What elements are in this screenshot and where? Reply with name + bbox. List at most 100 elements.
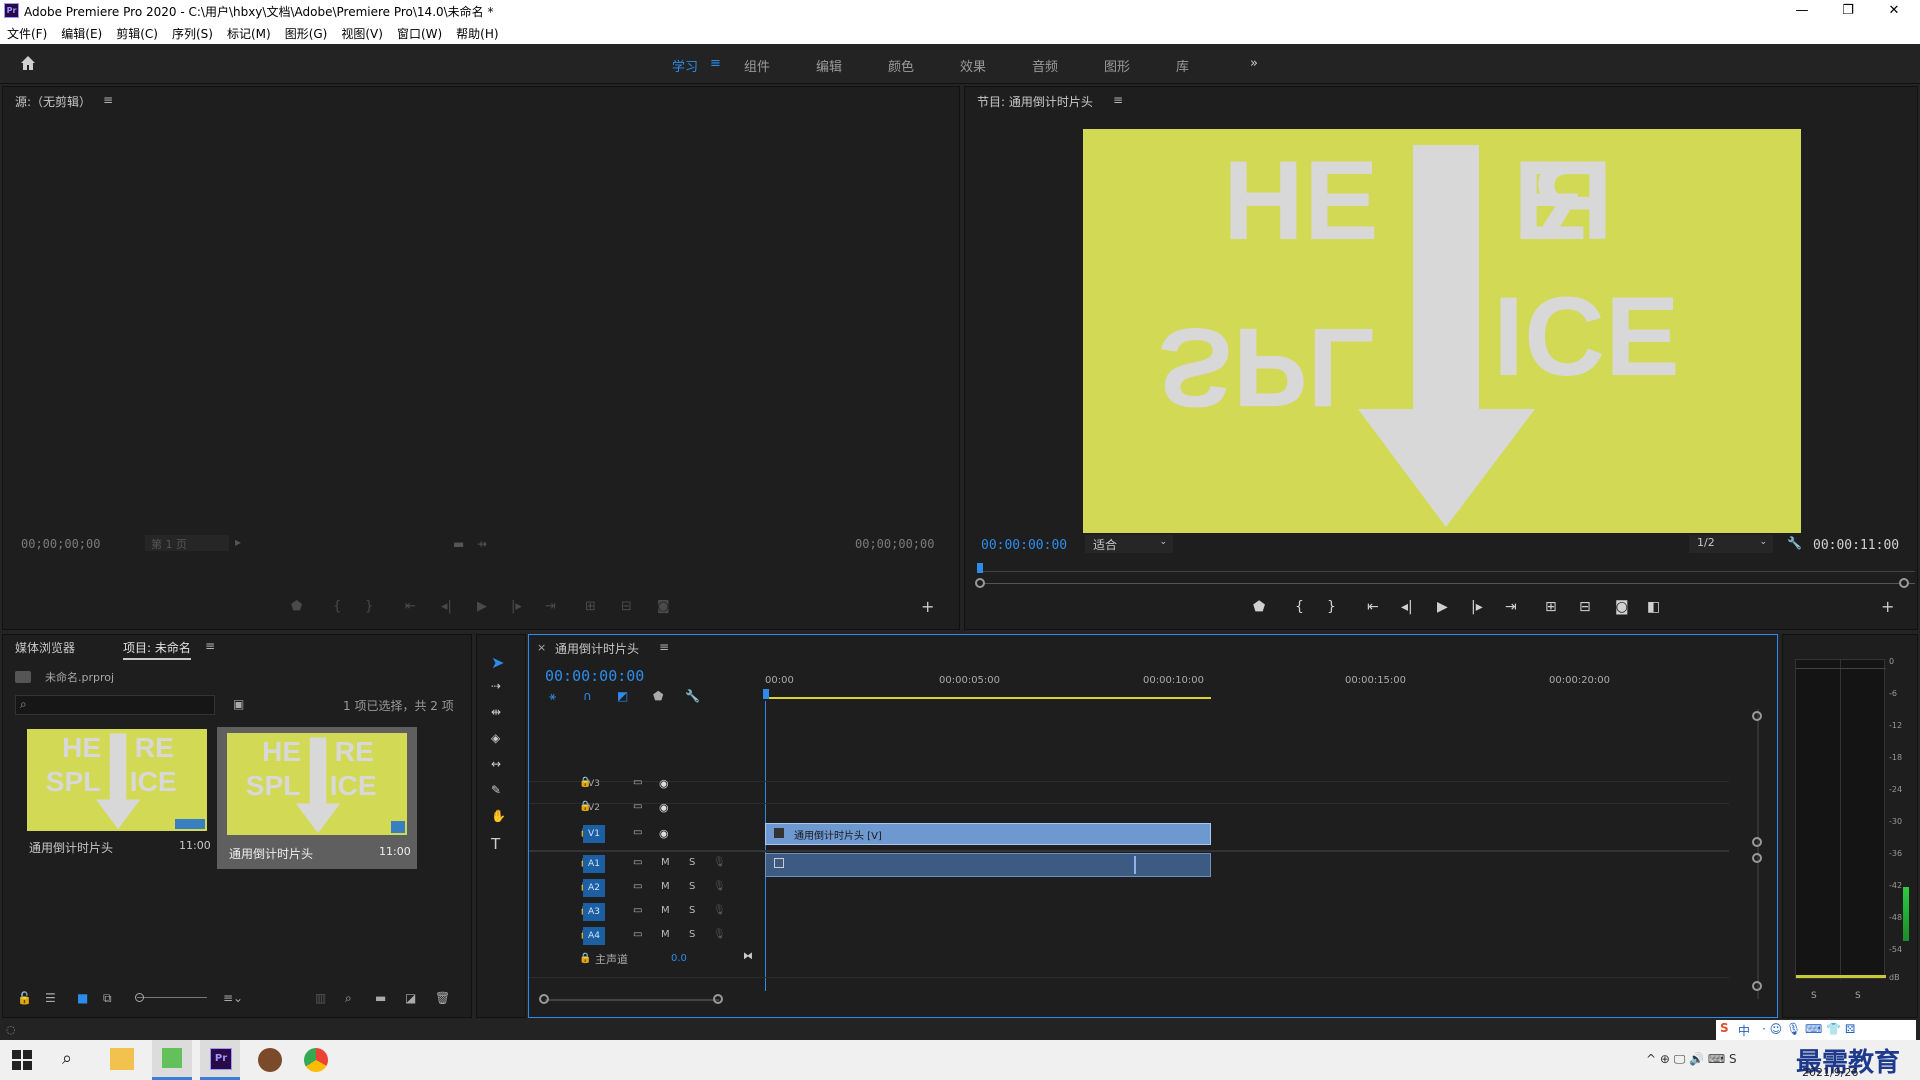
vscroll-handle[interactable] bbox=[1752, 837, 1762, 847]
film-toggle-icon[interactable]: ▭ bbox=[633, 827, 642, 838]
taskbar-app-icon[interactable] bbox=[152, 1040, 192, 1080]
track-a4[interactable]: A4 bbox=[583, 927, 605, 945]
workspace-effects[interactable]: 效果 bbox=[960, 56, 986, 75]
hand-tool-icon[interactable]: ✋ bbox=[491, 809, 506, 823]
project-item[interactable]: HE RE SPL ICE 通用倒计时片头 11:00 bbox=[17, 727, 213, 861]
solo-button[interactable]: S bbox=[689, 881, 695, 892]
mute-button[interactable]: M bbox=[661, 881, 670, 892]
film-toggle-icon[interactable]: ▭ bbox=[633, 801, 642, 812]
menu-file[interactable]: 文件(F) bbox=[0, 22, 54, 45]
trash-icon[interactable]: 🗑 bbox=[435, 991, 450, 1005]
zoom-slider[interactable] bbox=[137, 997, 207, 998]
new-bin-icon[interactable]: ▬ bbox=[375, 991, 386, 1005]
sync-lock-icon[interactable]: ▭ bbox=[633, 929, 642, 940]
menu-help[interactable]: 帮助(H) bbox=[449, 22, 505, 45]
workspace-assembly[interactable]: 组件 bbox=[744, 56, 770, 75]
add-button-icon[interactable]: + bbox=[1881, 597, 1894, 616]
panel-menu-icon[interactable]: ≡ bbox=[1113, 93, 1123, 107]
ime-toolbar[interactable]: S 中 · ☺ 🎙 ⌨ 👕 ⚄ bbox=[1716, 1020, 1916, 1040]
source-page-select[interactable]: 第 1 页 bbox=[145, 535, 229, 551]
sync-lock-icon[interactable]: ▭ bbox=[633, 881, 642, 892]
panel-menu-icon[interactable]: ≡ bbox=[205, 639, 215, 653]
add-marker-icon[interactable]: ⬟ bbox=[291, 599, 302, 614]
workspace-menu-icon[interactable]: ≡ bbox=[710, 56, 721, 71]
solo-button[interactable]: S bbox=[689, 857, 695, 868]
solo-left-button[interactable]: S bbox=[1811, 991, 1817, 1001]
mute-button[interactable]: M bbox=[661, 857, 670, 868]
mic-icon[interactable]: 🎙 bbox=[713, 929, 726, 940]
panel-menu-icon[interactable]: ≡ bbox=[103, 93, 113, 107]
track-a2[interactable]: A2 bbox=[583, 879, 605, 897]
icon-view-icon[interactable]: ■ bbox=[77, 991, 88, 1005]
film-toggle-icon[interactable]: ▭ bbox=[633, 777, 642, 788]
vscroll-handle[interactable] bbox=[1752, 981, 1762, 991]
workspace-libraries[interactable]: 库 bbox=[1176, 56, 1189, 75]
export-frame-icon[interactable]: ◙ bbox=[1615, 599, 1629, 615]
overwrite-icon[interactable]: ⊟ bbox=[621, 599, 632, 614]
workspace-graphics[interactable]: 图形 bbox=[1104, 56, 1130, 75]
new-bin-search-icon[interactable]: ▣ bbox=[233, 697, 244, 711]
compare-view-icon[interactable]: ◧ bbox=[1647, 599, 1660, 615]
app-avatar-icon[interactable] bbox=[258, 1048, 282, 1072]
menu-graphics[interactable]: 图形(G) bbox=[278, 22, 335, 45]
tray-icons[interactable]: ^ ⊕ 🖵 🔊 ⌨ S bbox=[1646, 1052, 1737, 1067]
more-workspaces-icon[interactable]: » bbox=[1250, 56, 1258, 71]
project-item[interactable]: HE RE SPL ICE 通用倒计时片头 11:00 bbox=[217, 727, 417, 869]
new-item-icon[interactable]: ◪ bbox=[405, 991, 416, 1005]
sort-icon[interactable]: ≡⌄ bbox=[223, 991, 243, 1005]
premiere-taskbar-icon[interactable]: Pr bbox=[200, 1040, 240, 1080]
sync-lock-icon[interactable]: ▭ bbox=[633, 857, 642, 868]
workspace-learn[interactable]: 学习 bbox=[672, 56, 698, 75]
lock-icon[interactable]: 🔓 bbox=[17, 991, 32, 1005]
add-button-icon[interactable]: + bbox=[921, 597, 934, 616]
type-tool-icon[interactable]: T bbox=[491, 835, 500, 853]
scrollbar-handle-left[interactable] bbox=[975, 578, 985, 588]
scrollbar-handle-left[interactable] bbox=[539, 994, 549, 1004]
go-to-in-icon[interactable]: ⇤ bbox=[405, 599, 416, 614]
resolution-select[interactable]: 1/2 ⌄ bbox=[1689, 535, 1773, 553]
chrome-icon[interactable] bbox=[304, 1048, 328, 1072]
lift-icon[interactable]: ⊞ bbox=[1545, 599, 1557, 615]
pen-tool-icon[interactable]: ✎ bbox=[491, 783, 501, 797]
zoom-level-select[interactable]: 适合 ⌄ bbox=[1085, 535, 1173, 553]
selection-tool-icon[interactable]: ➤ bbox=[491, 653, 504, 672]
project-search-input[interactable]: ⌕ bbox=[15, 695, 215, 715]
step-forward-icon[interactable]: |▸ bbox=[1471, 599, 1483, 615]
windows-start-icon[interactable] bbox=[12, 1050, 32, 1070]
workspace-audio[interactable]: 音频 bbox=[1032, 56, 1058, 75]
vscroll-handle[interactable] bbox=[1752, 853, 1762, 863]
close-button[interactable]: ✕ bbox=[1872, 0, 1916, 22]
restore-button[interactable]: ❐ bbox=[1826, 0, 1870, 22]
zoom-slider-handle[interactable] bbox=[135, 993, 144, 1002]
master-volume-value[interactable]: 0.0 bbox=[671, 953, 687, 964]
menu-window[interactable]: 窗口(W) bbox=[390, 22, 449, 45]
source-timecode[interactable]: 00;00;00;00 bbox=[21, 537, 100, 551]
step-forward-icon[interactable]: |▸ bbox=[511, 599, 522, 614]
razor-tool-icon[interactable]: ◈ bbox=[491, 731, 500, 745]
track-v2[interactable]: V2 bbox=[583, 799, 605, 817]
tab-project[interactable]: 项目: 未命名 bbox=[123, 639, 191, 660]
track-select-tool-icon[interactable]: ⇢ bbox=[491, 679, 501, 693]
find-icon[interactable]: ⌕ bbox=[345, 991, 352, 1006]
play-icon[interactable]: ▶ bbox=[1437, 599, 1448, 615]
zoom-scrollbar[interactable] bbox=[979, 583, 1915, 584]
program-time-ruler[interactable] bbox=[977, 563, 1915, 577]
workspace-editing[interactable]: 编辑 bbox=[816, 56, 842, 75]
go-to-out-icon[interactable]: ⇥ bbox=[1505, 599, 1517, 615]
insert-icon[interactable]: ⊞ bbox=[585, 599, 596, 614]
mic-icon[interactable]: 🎙 bbox=[713, 905, 726, 916]
vscroll-handle[interactable] bbox=[1752, 711, 1762, 721]
list-view-icon[interactable]: ☰ bbox=[45, 991, 56, 1005]
eye-icon[interactable]: ◉ bbox=[659, 801, 669, 814]
file-explorer-icon[interactable] bbox=[110, 1048, 134, 1070]
mark-out-icon[interactable]: } bbox=[1327, 599, 1336, 615]
go-to-out-icon[interactable]: ⇥ bbox=[545, 599, 556, 614]
mic-icon[interactable]: 🎙 bbox=[713, 857, 726, 868]
solo-right-button[interactable]: S bbox=[1855, 991, 1861, 1001]
export-icon[interactable]: ⇸ bbox=[477, 537, 487, 551]
menu-marker[interactable]: 标记(M) bbox=[220, 22, 278, 45]
playhead[interactable] bbox=[977, 563, 983, 573]
sync-lock-icon[interactable]: ▭ bbox=[633, 905, 642, 916]
scrollbar-handle-right[interactable] bbox=[713, 994, 723, 1004]
menu-sequence[interactable]: 序列(S) bbox=[165, 22, 220, 45]
